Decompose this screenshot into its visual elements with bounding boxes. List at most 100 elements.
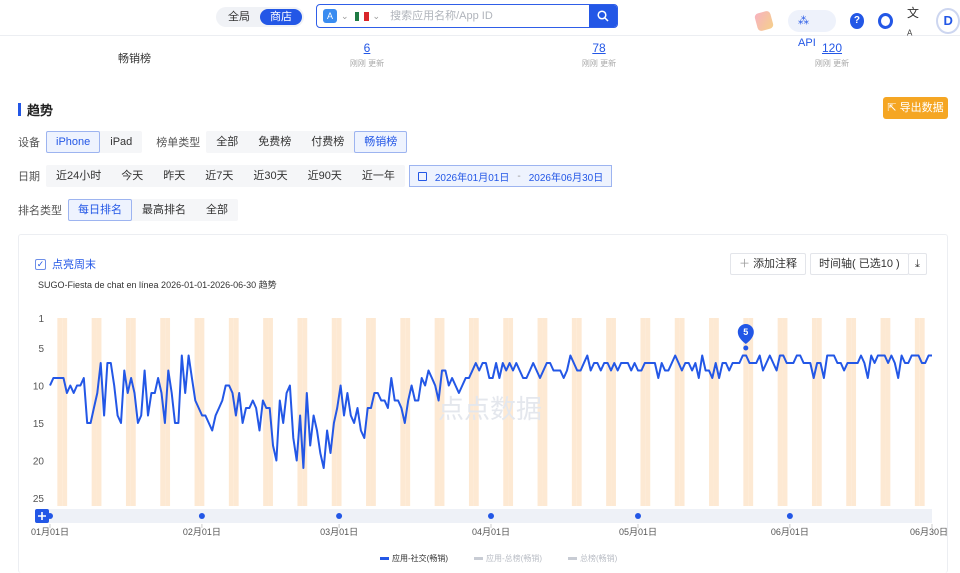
chart-title: SUGO-Fiesta de chat en línea 2026-01-01-…: [38, 280, 277, 290]
weekend-band: [919, 318, 925, 506]
slider-dot: [488, 513, 494, 519]
y-tick-label: 20: [33, 457, 45, 468]
download-button[interactable]: ⤓: [908, 253, 927, 275]
update-time: 刚刚 更新: [581, 59, 617, 68]
weekend-band: [606, 318, 612, 506]
scope-tab-store[interactable]: 商店: [260, 9, 302, 25]
date-option[interactable]: 近90天: [298, 165, 352, 187]
rank-type-daily[interactable]: 每日排名: [68, 199, 132, 221]
date-option[interactable]: 今天: [111, 165, 153, 187]
marker-label: 5: [743, 327, 748, 337]
update-time: 刚刚 更新: [814, 59, 850, 68]
marker-point: [743, 345, 749, 351]
weekend-band: [194, 318, 200, 506]
legend-swatch: [474, 557, 483, 560]
weekend-band: [777, 318, 783, 506]
weekend-band: [228, 318, 234, 506]
device-option-ipad[interactable]: iPad: [100, 131, 142, 153]
weekend-band: [370, 318, 376, 506]
legend-swatch: [568, 557, 577, 560]
y-tick-label: 1: [38, 314, 44, 325]
x-axis: 01月01日 02月01日 03月01日 04月01日 05月01日 06月01日 06月3…: [31, 524, 948, 537]
date-filter-row: 日期 近24小时 今天 昨天 近7天 近30天 近90天 近一年 2026年01…: [18, 165, 613, 187]
checkbox-icon: ✓: [35, 258, 46, 270]
device-filter-row: 设备 iPhone iPad 榜单类型 全部 免费榜 付费榜 畅销榜: [18, 131, 408, 153]
x-tick-label: 06月01日: [771, 527, 809, 537]
update-time: 刚刚 更新: [349, 59, 385, 68]
list-type-grossing[interactable]: 畅销榜: [354, 131, 408, 153]
list-type-all[interactable]: 全部: [206, 131, 248, 153]
device-label: 设备: [18, 137, 40, 149]
chevron-down-icon[interactable]: ⌄: [341, 11, 349, 22]
add-note-button[interactable]: ＋ 添加注释: [730, 253, 807, 275]
search-button[interactable]: [589, 5, 617, 27]
date-option[interactable]: 昨天: [153, 165, 195, 187]
mexico-flag-icon[interactable]: [354, 11, 369, 21]
x-tick-label: 01月01日: [31, 527, 69, 537]
date-option[interactable]: 近24小时: [46, 165, 111, 187]
weekend-band: [125, 318, 131, 506]
legend-swatch: [380, 557, 389, 560]
x-tick-label: 03月01日: [320, 527, 358, 537]
weekend-band: [851, 318, 857, 506]
help-icon[interactable]: ?: [849, 12, 865, 29]
rank-link[interactable]: 120: [797, 41, 867, 55]
rank-type-all[interactable]: 全部: [196, 199, 238, 221]
weekend-band: [297, 318, 303, 506]
rank-link[interactable]: 6: [332, 41, 402, 55]
date-range-picker[interactable]: 2026年01月01日 - 2026年06月30日: [408, 165, 613, 187]
section-title: 趋势: [18, 100, 53, 119]
y-tick-label: 25: [33, 494, 45, 505]
weekend-band: [679, 318, 685, 506]
translate-icon[interactable]: 文A: [907, 4, 922, 37]
list-type-options: 全部 免费榜 付费榜 畅销榜: [206, 131, 408, 153]
user-avatar[interactable]: D: [936, 7, 960, 34]
download-icon: ⤓: [915, 258, 920, 270]
timeline-slider[interactable]: [35, 509, 932, 523]
weekend-band: [914, 318, 920, 506]
date-option[interactable]: 近一年: [352, 165, 405, 187]
date-start: 2026年01月01日: [434, 172, 510, 184]
notification-icon[interactable]: [878, 12, 893, 29]
rank-trend-chart: 1510152025 点点数据 5 01月01日 02月01日 03月01日 04月0…: [31, 314, 948, 563]
device-option-iphone[interactable]: iPhone: [46, 131, 101, 153]
list-type-label: 榜单类型: [156, 137, 201, 149]
api-button[interactable]: ⁂ API: [788, 9, 836, 49]
export-label: 导出数据: [899, 102, 944, 114]
y-tick-label: 5: [38, 344, 44, 355]
slider-dot: [635, 513, 641, 519]
scope-tab-global[interactable]: 全局: [218, 9, 260, 25]
weekend-band: [748, 318, 754, 506]
date-label: 日期: [18, 171, 40, 183]
y-tick-label: 10: [33, 382, 45, 393]
chevron-down-icon[interactable]: ⌄: [373, 11, 381, 22]
weekend-band: [811, 318, 817, 506]
timeline-button[interactable]: 时间轴( 已选10 ): [810, 253, 909, 275]
rank-metric: 6 刚刚 更新: [332, 41, 402, 69]
chart-legend: 应用-社交(畅销) 应用-总榜(畅销) 总榜(畅销): [380, 553, 618, 563]
weekend-band: [713, 318, 719, 506]
rank-link[interactable]: 78: [564, 41, 634, 55]
rank-type-options: 每日排名 最高排名 全部: [68, 199, 238, 221]
weekend-band: [263, 318, 269, 506]
weekend-band: [542, 318, 548, 506]
calendar-icon: [417, 171, 427, 181]
weekend-band: [571, 318, 577, 506]
weekend-band: [674, 318, 680, 506]
date-option[interactable]: 近7天: [195, 165, 243, 187]
date-option[interactable]: 近30天: [243, 165, 297, 187]
search-input[interactable]: [390, 10, 589, 22]
top-nav-bar: 全局 商店 A ⌄ ⌄ ⁂ API ? 文A D: [0, 0, 960, 49]
date-options: 近24小时 今天 昨天 近7天 近30天 近90天 近一年: [46, 165, 405, 187]
list-type-paid[interactable]: 付费榜: [301, 131, 354, 153]
legend-item: 应用-总榜(畅销): [486, 553, 542, 563]
gift-icon[interactable]: [753, 9, 775, 32]
top-chart-summary-row: 畅销榜 6 刚刚 更新 78 刚刚 更新 120 刚刚 更新: [0, 38, 960, 78]
weekend-toggle[interactable]: ✓ 点亮周末: [35, 256, 96, 272]
export-data-button[interactable]: ⇱ 导出数据: [883, 97, 948, 119]
weekend-band: [96, 318, 102, 506]
rank-type-highest[interactable]: 最高排名: [132, 199, 196, 221]
app-store-icon[interactable]: A: [323, 9, 337, 23]
list-type-free[interactable]: 免费榜: [248, 131, 301, 153]
weekend-label: 点亮周末: [52, 259, 96, 271]
